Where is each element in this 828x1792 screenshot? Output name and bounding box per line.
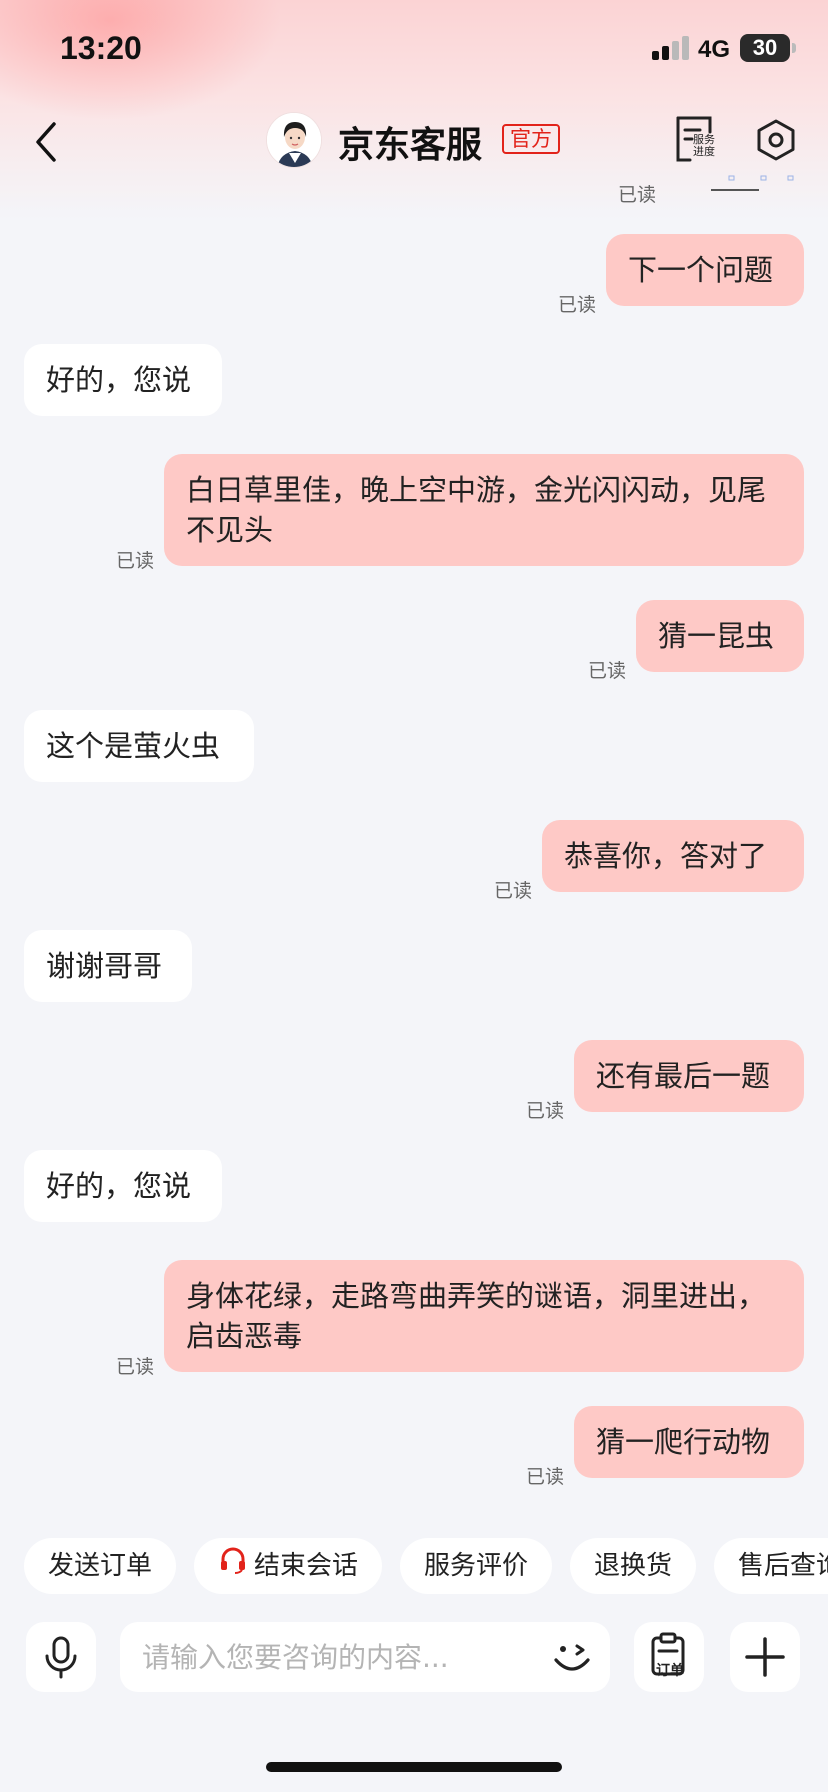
wink-emoji-icon [554, 1644, 590, 1671]
message-bubble-outgoing[interactable]: 白日草里佳，晚上空中游，金光闪闪动，见尾不见头 [164, 454, 804, 566]
read-status: 已读 [558, 294, 597, 316]
emoji-button[interactable] [550, 1636, 594, 1680]
message-bubble-outgoing[interactable]: 猜一爬行动物 [574, 1406, 804, 1478]
read-status: 已读 [116, 1356, 155, 1378]
read-status: 已读 [588, 660, 627, 682]
after-sales-query-chip[interactable]: 售后查询 [714, 1538, 828, 1594]
chip-label: 发送订单 [48, 1551, 153, 1581]
microphone-icon [45, 1636, 77, 1679]
home-indicator[interactable] [266, 1762, 562, 1772]
battery-icon: 30 [740, 34, 790, 62]
voice-button[interactable] [26, 1622, 96, 1692]
read-status: 已读 [526, 1100, 565, 1122]
status-time: 13:20 [60, 30, 142, 66]
signal-strength-icon [652, 36, 690, 60]
order-button[interactable]: 订单 [634, 1622, 704, 1692]
read-status: 已读 [494, 880, 533, 902]
return-exchange-chip[interactable]: 退换货 [570, 1538, 697, 1594]
clipboard-icon [651, 1632, 685, 1676]
order-button-label: 订单 [656, 1663, 684, 1679]
message-bubble-outgoing[interactable]: 猜一昆虫 [636, 600, 804, 672]
send-order-chip[interactable]: 发送订单 [24, 1538, 177, 1594]
page-title: 京东客服 [338, 125, 483, 166]
nav-bar: 京东客服 官方 服务进度 [0, 100, 828, 190]
message-bubble-outgoing[interactable]: 身体花绿，走路弯曲弄笑的谜语，洞里进出，启齿恶毒 [164, 1260, 804, 1372]
plus-icon [745, 1637, 785, 1677]
official-badge: 官方 [502, 124, 560, 154]
headset-icon [218, 1539, 248, 1595]
more-button[interactable] [730, 1622, 800, 1692]
read-status: 已读 [116, 550, 155, 572]
chip-label: 售后查询 [738, 1551, 828, 1581]
message-input[interactable] [120, 1622, 610, 1692]
chat-area[interactable]: 已读 已读 下一个问题 好的，您说 已读 白日草里佳，晚上空中游，金光闪闪动，见… [0, 160, 828, 1530]
message-bubble-incoming[interactable]: 好的，您说 [24, 344, 222, 416]
network-type: 4G [698, 36, 731, 63]
message-bubble-incoming[interactable]: 谢谢哥哥 [24, 930, 192, 1002]
message-bubble-incoming[interactable]: 这个是萤火虫 [24, 710, 254, 782]
service-progress-label: 服务进度 [693, 133, 715, 158]
message-bubble-outgoing[interactable]: 下一个问题 [606, 234, 804, 306]
chip-label: 结束会话 [254, 1551, 359, 1581]
message-bubble-outgoing[interactable]: 还有最后一题 [574, 1040, 804, 1112]
settings-button[interactable] [754, 118, 798, 162]
end-session-chip[interactable]: 结束会话 [194, 1538, 383, 1595]
chip-label: 服务评价 [424, 1551, 529, 1581]
settings-hexagon-icon [757, 119, 795, 161]
service-rating-chip[interactable]: 服务评价 [400, 1538, 553, 1594]
input-bar: 订单 [0, 1622, 828, 1694]
status-bar: 13:20 4G 30 [0, 0, 828, 100]
agent-avatar [266, 112, 322, 168]
message-bubble-outgoing[interactable]: 恭喜你，答对了 [542, 820, 804, 892]
back-button[interactable] [28, 114, 68, 170]
read-status: 已读 [526, 1466, 565, 1488]
chip-label: 退换货 [594, 1551, 673, 1581]
battery-tip [792, 43, 796, 53]
quick-actions-bar[interactable]: 发送订单 结束会话 服务评价 退换货 售后查询 [0, 1538, 828, 1598]
chevron-left-icon [36, 122, 56, 162]
service-progress-button[interactable]: 服务进度 [672, 114, 722, 166]
message-bubble-incoming[interactable]: 好的，您说 [24, 1150, 222, 1222]
